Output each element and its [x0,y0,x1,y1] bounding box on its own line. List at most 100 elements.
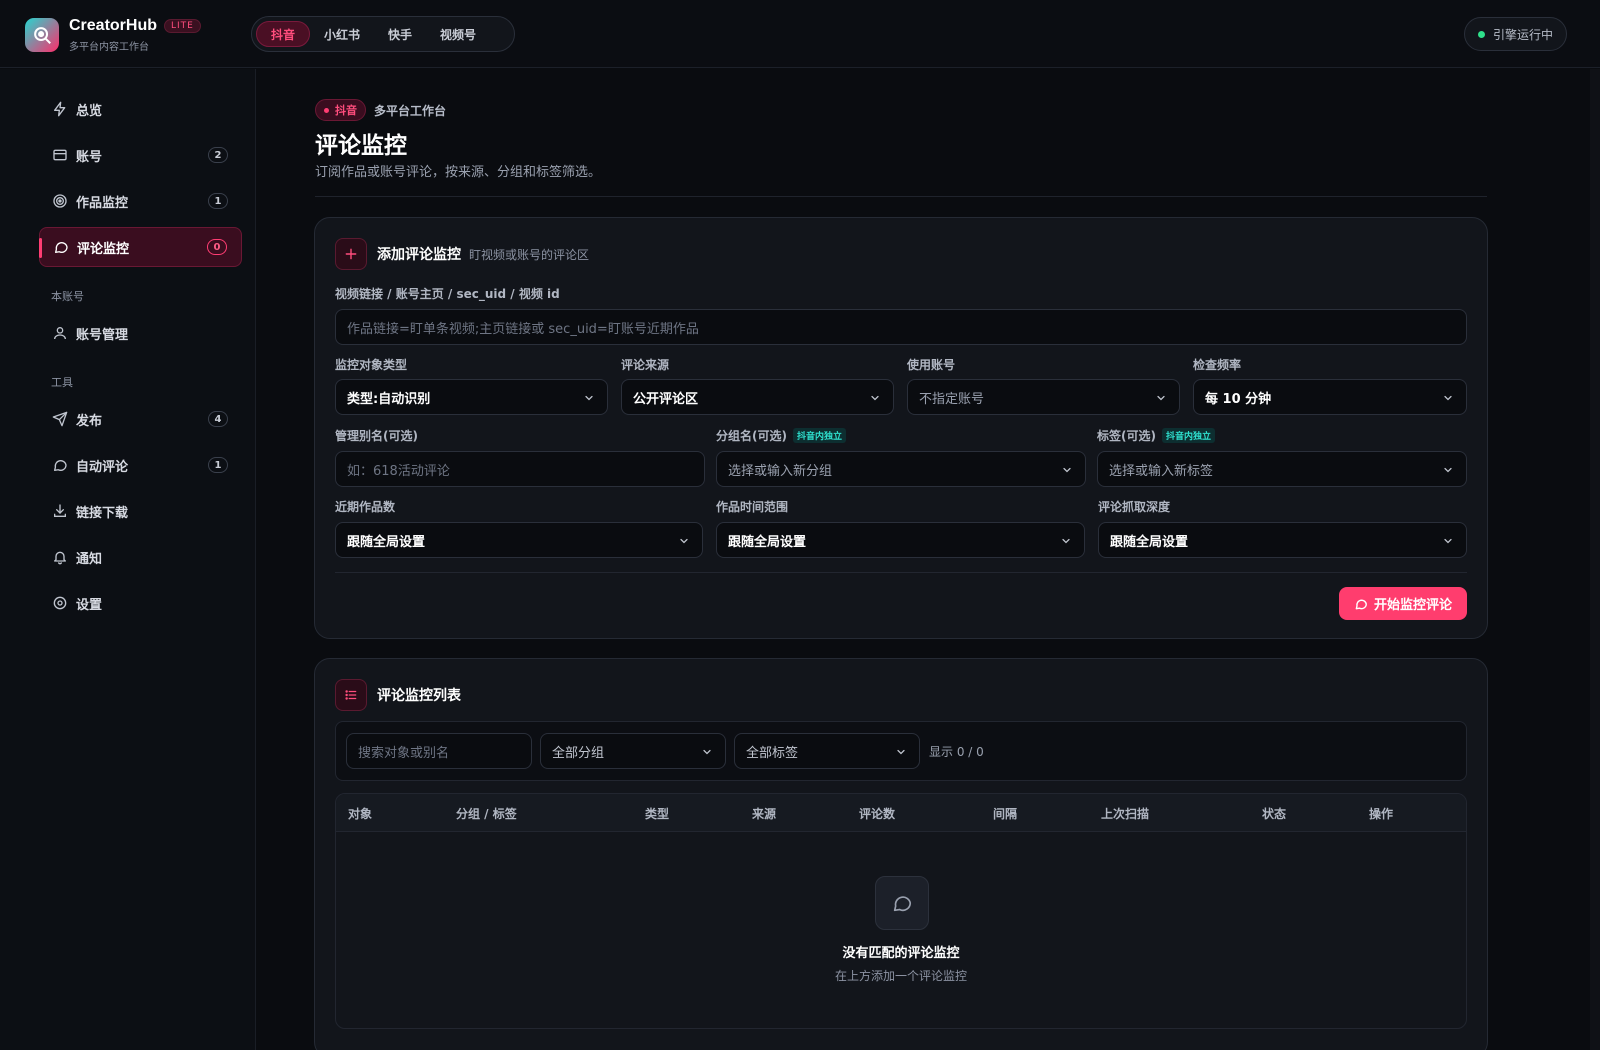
link-input[interactable]: 作品链接=盯单条视频;主页链接或 sec_uid=盯账号近期作品 [335,309,1467,345]
sidebar-item-overview[interactable]: 总览 [39,89,242,129]
column-header[interactable]: 上次扫描 [1101,805,1149,822]
frequency-select[interactable]: 每 10 分钟 [1193,379,1467,415]
tags-label-row: 标签(可选) 抖音内独立 [1097,427,1215,444]
tags-placeholder: 选择或输入新标签 [1109,463,1214,479]
range-value: 跟随全局设置 [728,534,807,550]
sidebar-item-notifications[interactable]: 通知 [39,537,242,577]
divider [315,196,1487,197]
tags-combobox[interactable]: 选择或输入新标签 [1097,451,1467,487]
chevron-down-icon [869,392,881,404]
chevron-down-icon [1061,464,1073,476]
account-label: 使用账号 [907,358,956,372]
sidebar-item-comment-monitor[interactable]: 评论监控 0 [39,227,242,267]
column-header[interactable]: 操作 [1369,805,1393,822]
pill-dot-icon [324,107,329,113]
target-type-label: 监控对象类型 [335,358,408,372]
engine-status-badge[interactable]: 引擎运行中 [1463,17,1567,51]
group-label-row: 分组名(可选) 抖音内独立 [716,427,846,444]
sidebar-item-link-download[interactable]: 链接下载 [39,491,242,531]
user-icon [52,325,68,341]
recent-value: 跟随全局设置 [347,534,426,550]
group-combobox[interactable]: 选择或输入新分组 [716,451,1086,487]
group-filter-select[interactable]: 全部分组 [540,733,726,769]
sidebar-item-publish[interactable]: 发布 4 [39,399,242,439]
count-badge: 1 [208,457,228,473]
monitor-list-card: 评论监控列表 搜索对象或别名 全部分组 全部标签 显示 0 / 0 对象 分组 … [314,658,1488,1050]
display-count: 显示 0 / 0 [929,745,984,759]
search-input[interactable]: 搜索对象或别名 [346,733,532,769]
sidebar: 总览 账号 2 作品监控 1 评论监控 0 本账号 账号管理 工具 发布 4 自… [0,69,256,1050]
depth-select[interactable]: 跟随全局设置 [1098,522,1467,558]
bell-icon [52,549,68,565]
sidebar-item-label: 评论监控 [77,241,130,257]
card-header: 评论监控列表 [335,679,461,711]
link-input-placeholder: 作品链接=盯单条视频;主页链接或 sec_uid=盯账号近期作品 [347,321,699,337]
tab-xiaohongshu[interactable]: 小红书 [310,21,374,47]
sidebar-item-label: 账号 [76,149,103,165]
column-header[interactable]: 类型 [645,805,669,822]
target-type-select[interactable]: 类型:自动识别 [335,379,608,415]
platform-tabs: 抖音 小红书 快手 视频号 [251,16,515,52]
start-monitor-label: 开始监控评论 [1373,598,1452,613]
recent-select[interactable]: 跟随全局设置 [335,522,703,558]
brand-logo-icon [25,18,59,52]
sidebar-item-accounts[interactable]: 账号 2 [39,135,242,175]
target-icon [52,193,68,209]
column-header[interactable]: 来源 [752,805,776,822]
empty-state-title: 没有匹配的评论监控 [842,946,960,961]
alias-label: 管理别名(可选) [335,429,418,443]
chat-bubble-icon [52,457,68,473]
card-header: 添加评论监控 盯视频或账号的评论区 [335,238,589,270]
alias-input[interactable]: 如：618活动评论 [335,451,705,487]
brand-badge: LITE [164,19,201,33]
column-header[interactable]: 间隔 [993,805,1017,822]
scrollbar[interactable] [1590,69,1600,1050]
send-icon [52,411,68,427]
chat-bubble-icon [53,239,69,255]
list-icon [335,679,367,711]
sidebar-item-label: 自动评论 [76,459,129,475]
link-label: 视频链接 / 账号主页 / sec_uid / 视频 id [335,287,560,301]
account-select[interactable]: 不指定账号 [907,379,1180,415]
depth-label: 评论抓取深度 [1098,500,1171,514]
brand[interactable]: CreatorHub LITE 多平台内容工作台 [25,17,201,53]
column-header[interactable]: 分组 / 标签 [456,805,517,822]
column-header[interactable]: 评论数 [859,805,895,822]
platform-pill: 抖音 [315,99,366,121]
divider [335,572,1467,573]
tag-filter-select[interactable]: 全部标签 [734,733,920,769]
lightning-icon [52,101,68,117]
sidebar-section-account: 本账号 [51,290,84,303]
engine-status-text: 引擎运行中 [1492,27,1553,42]
count-badge: 4 [208,411,228,427]
sidebar-item-settings[interactable]: 设置 [39,583,242,623]
chevron-down-icon [1060,535,1072,547]
frequency-value: 每 10 分钟 [1205,391,1272,407]
chevron-down-icon [583,392,595,404]
sidebar-section-tools: 工具 [51,376,73,389]
sidebar-item-label: 设置 [76,597,103,613]
start-monitor-button[interactable]: 开始监控评论 [1338,587,1467,620]
tab-shipinhao[interactable]: 视频号 [426,21,490,47]
tab-douyin[interactable]: 抖音 [256,21,311,47]
chevron-down-icon [701,746,713,758]
sidebar-item-label: 通知 [76,551,103,567]
frequency-label: 检查频率 [1193,358,1242,372]
chevron-down-icon [895,746,907,758]
sidebar-item-auto-comment[interactable]: 自动评论 1 [39,445,242,485]
tab-kuaishou[interactable]: 快手 [374,21,426,47]
range-select[interactable]: 跟随全局设置 [716,522,1085,558]
chat-bubble-icon [875,876,929,930]
recent-label: 近期作品数 [335,500,396,514]
sidebar-item-work-monitor[interactable]: 作品监控 1 [39,181,242,221]
count-badge: 2 [208,147,228,163]
sidebar-item-account-manage[interactable]: 账号管理 [39,313,242,353]
column-header[interactable]: 状态 [1262,805,1286,822]
brand-name: CreatorHub [69,17,158,34]
source-select[interactable]: 公开评论区 [621,379,894,415]
range-label: 作品时间范围 [716,500,789,514]
chevron-down-icon [1442,464,1454,476]
target-type-value: 类型:自动识别 [347,391,431,407]
column-header[interactable]: 对象 [348,805,372,822]
chevron-down-icon [1442,535,1454,547]
